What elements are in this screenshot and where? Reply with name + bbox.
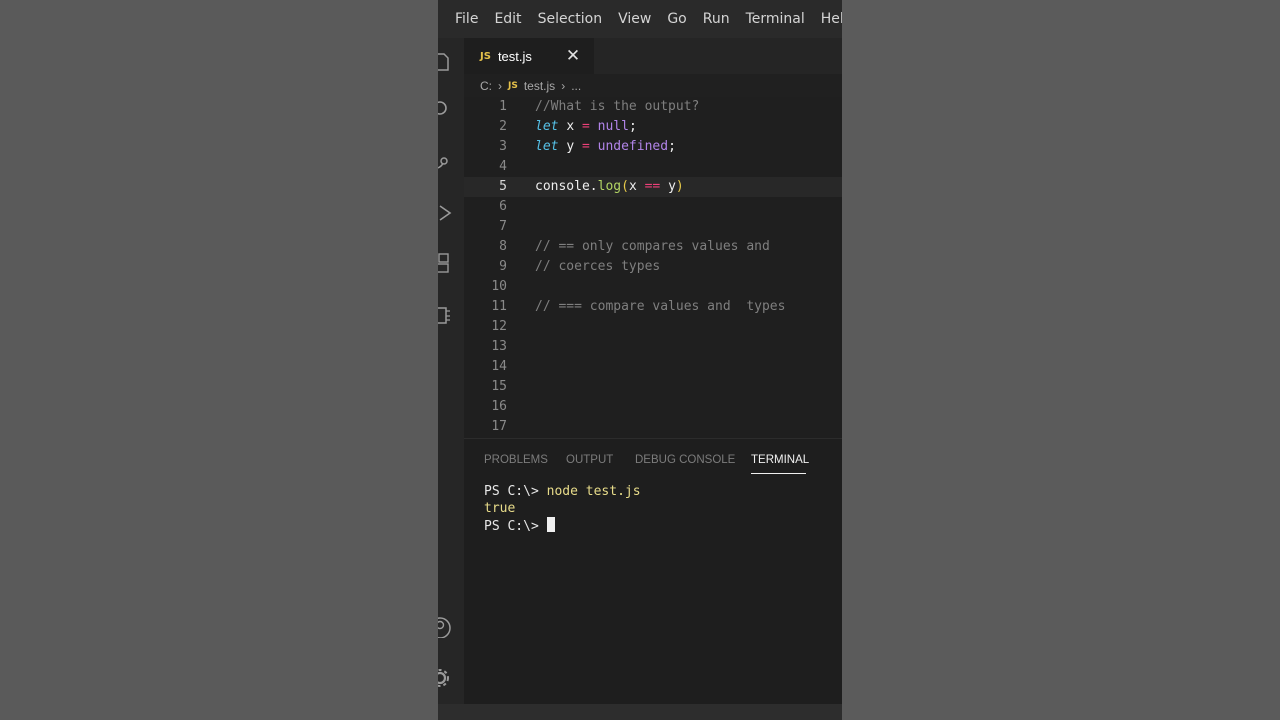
- breadcrumb-drive[interactable]: C:: [480, 79, 492, 93]
- tab-output[interactable]: OUTPUT: [566, 454, 613, 466]
- tab-label: test.js: [497, 48, 532, 64]
- account-icon[interactable]: [438, 616, 452, 638]
- line-number: 13: [491, 339, 507, 354]
- code-line[interactable]: 7: [464, 217, 842, 237]
- terminal-input-line[interactable]: PS C:\>: [484, 517, 834, 535]
- bottom-panel: PROBLEMS OUTPUT DEBUG CONSOLE TERMINAL P…: [464, 438, 842, 704]
- line-number: 10: [491, 279, 507, 294]
- source-control-icon[interactable]: [438, 152, 452, 174]
- search-icon[interactable]: [438, 98, 452, 120]
- code-text: // == only compares values and: [535, 239, 770, 254]
- line-number: 8: [499, 239, 507, 254]
- menu-go[interactable]: Go: [667, 11, 686, 27]
- line-number: 3: [499, 139, 507, 154]
- code-text: let y = undefined;: [535, 139, 676, 154]
- code-line[interactable]: 10: [464, 277, 842, 297]
- active-tab-indicator: [751, 473, 806, 474]
- code-text: console.log(x == y): [535, 179, 684, 194]
- code-editor[interactable]: 1 //What is the output? 2 let x = null; …: [464, 97, 842, 438]
- vscode-window: File Edit Selection View Go Run Terminal…: [438, 0, 842, 720]
- code-line[interactable]: 15: [464, 377, 842, 397]
- tab-terminal[interactable]: TERMINAL: [751, 454, 809, 466]
- code-line[interactable]: 4: [464, 157, 842, 177]
- line-number: 5: [499, 179, 507, 194]
- tab-test-js[interactable]: JS test.js ✕: [464, 38, 594, 74]
- terminal-line: PS C:\> node test.js: [484, 483, 834, 500]
- menu-view[interactable]: View: [618, 11, 651, 27]
- code-line[interactable]: 9 // coerces types: [464, 257, 842, 277]
- code-text: // === compare values and types: [535, 299, 786, 314]
- code-line[interactable]: 8 // == only compares values and: [464, 237, 842, 257]
- code-line-active[interactable]: 5 console.log(x == y): [464, 177, 842, 197]
- files-icon[interactable]: [438, 52, 452, 74]
- line-number: 14: [491, 359, 507, 374]
- code-line[interactable]: 14: [464, 357, 842, 377]
- menu-file[interactable]: File: [455, 11, 478, 27]
- code-text: let x = null;: [535, 119, 637, 134]
- line-number: 17: [491, 419, 507, 434]
- menu-help[interactable]: Help: [821, 11, 842, 27]
- terminal-command: node test.js: [546, 484, 641, 499]
- close-icon[interactable]: ✕: [566, 46, 580, 66]
- terminal-prompt: PS C:\>: [484, 484, 547, 499]
- line-number: 2: [499, 119, 507, 134]
- line-number: 16: [491, 399, 507, 414]
- js-file-icon: JS: [508, 81, 518, 91]
- line-number: 4: [499, 159, 507, 174]
- breadcrumb-more[interactable]: ...: [571, 79, 581, 93]
- chevron-right-icon: ›: [498, 79, 502, 93]
- line-number: 15: [491, 379, 507, 394]
- code-line[interactable]: 13: [464, 337, 842, 357]
- code-line[interactable]: 1 //What is the output?: [464, 97, 842, 117]
- left-blur-background: [0, 0, 438, 720]
- activity-bar: [438, 38, 464, 704]
- code-line[interactable]: 17: [464, 417, 842, 437]
- run-debug-icon[interactable]: [438, 202, 452, 224]
- line-number: 7: [499, 219, 507, 234]
- code-line[interactable]: 6: [464, 197, 842, 217]
- line-number: 11: [491, 299, 507, 314]
- tab-problems[interactable]: PROBLEMS: [484, 454, 548, 466]
- line-number: 12: [491, 319, 507, 334]
- right-blur-background: [842, 0, 1280, 720]
- code-line[interactable]: 16: [464, 397, 842, 417]
- code-line[interactable]: 11 // === compare values and types: [464, 297, 842, 317]
- terminal-cursor: [546, 517, 555, 532]
- code-text: // coerces types: [535, 259, 661, 274]
- line-number: 9: [499, 259, 507, 274]
- line-number: 1: [499, 99, 507, 114]
- menu-edit[interactable]: Edit: [494, 11, 521, 27]
- menu-bar: File Edit Selection View Go Run Terminal…: [438, 0, 842, 38]
- js-file-icon: JS: [480, 50, 491, 62]
- code-line[interactable]: 12: [464, 317, 842, 337]
- code-text: //What is the output?: [535, 99, 700, 114]
- code-line[interactable]: 3 let y = undefined;: [464, 137, 842, 157]
- gear-icon[interactable]: [438, 666, 452, 688]
- terminal-output: true: [484, 501, 516, 516]
- status-bar: ⊗0 ⚠0: [438, 704, 842, 720]
- breadcrumb-file[interactable]: test.js: [524, 79, 555, 93]
- chevron-right-icon: ›: [561, 79, 566, 93]
- code-line[interactable]: 2 let x = null;: [464, 117, 842, 137]
- testing-icon[interactable]: [438, 304, 452, 326]
- line-number: 6: [499, 199, 507, 214]
- editor-tabs: JS test.js ✕: [464, 38, 842, 74]
- tab-debug-console[interactable]: DEBUG CONSOLE: [635, 454, 735, 466]
- breadcrumb: C: › JS test.js › ...: [480, 77, 581, 95]
- menu-run[interactable]: Run: [703, 11, 730, 27]
- extensions-icon[interactable]: [438, 252, 452, 274]
- terminal-prompt: PS C:\>: [484, 519, 547, 534]
- menu-selection[interactable]: Selection: [538, 11, 603, 27]
- menu-terminal[interactable]: Terminal: [746, 11, 805, 27]
